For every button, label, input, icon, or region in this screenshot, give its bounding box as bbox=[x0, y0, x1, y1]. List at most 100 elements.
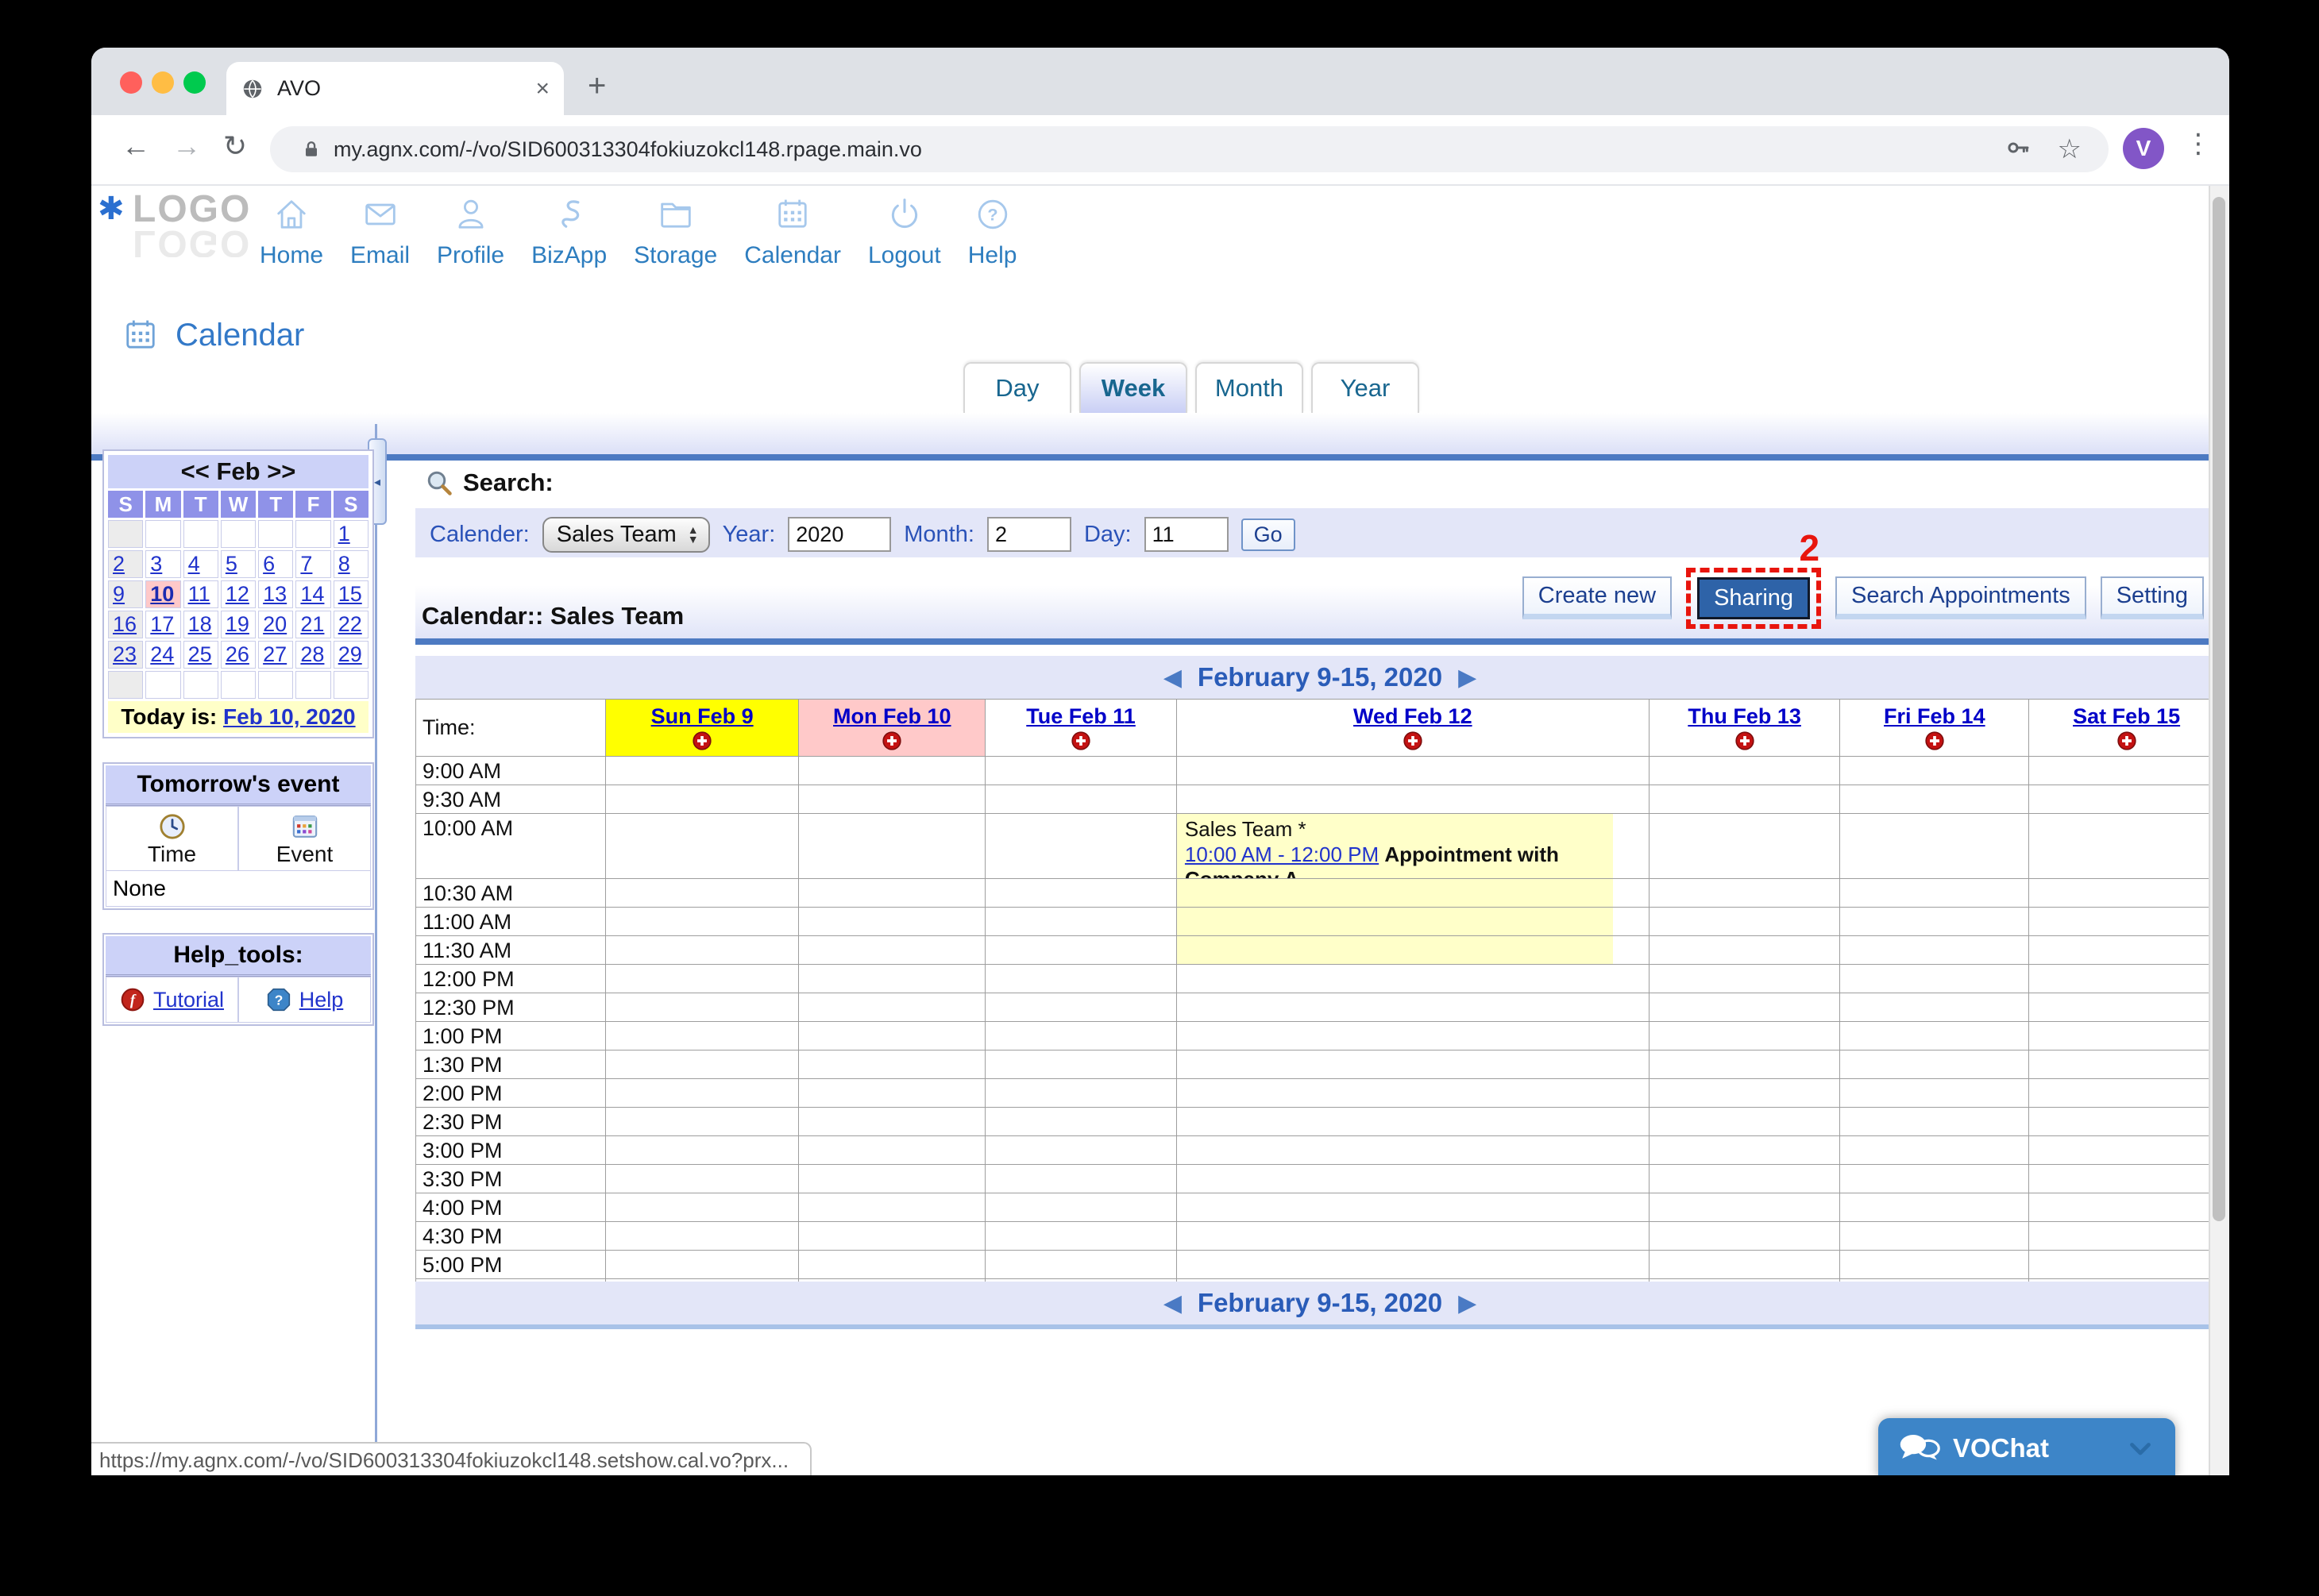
slot-cell[interactable] bbox=[1648, 756, 1841, 785]
minical-day-2[interactable]: 2 bbox=[113, 552, 125, 576]
slot-cell[interactable] bbox=[1648, 1164, 1841, 1193]
minical-day-4[interactable]: 4 bbox=[188, 552, 200, 576]
day-link[interactable]: Tue Feb 11 bbox=[1026, 704, 1136, 728]
slot-cell[interactable] bbox=[985, 1193, 1177, 1222]
minical-day-9[interactable]: 9 bbox=[113, 582, 125, 606]
slot-cell[interactable] bbox=[1648, 1021, 1841, 1051]
slot-cell[interactable] bbox=[2028, 756, 2224, 785]
minical-day-15[interactable]: 15 bbox=[338, 582, 362, 606]
slot-cell[interactable] bbox=[1839, 1021, 2030, 1051]
scrollbar-thumb[interactable] bbox=[2213, 197, 2225, 1221]
help-link[interactable]: Help bbox=[299, 988, 344, 1012]
slot-cell[interactable] bbox=[2028, 1107, 2224, 1136]
slot-cell[interactable] bbox=[798, 1250, 986, 1279]
slot-cell[interactable] bbox=[2028, 907, 2224, 936]
slot-cell[interactable] bbox=[1839, 1050, 2030, 1079]
slot-cell[interactable] bbox=[1175, 907, 1650, 936]
day-link[interactable]: Sun Feb 9 bbox=[651, 704, 754, 728]
slot-cell[interactable] bbox=[604, 878, 800, 908]
slot-cell[interactable] bbox=[798, 1135, 986, 1165]
minimize-window-button[interactable] bbox=[152, 71, 174, 94]
tab-day[interactable]: Day bbox=[963, 362, 1071, 413]
month-input[interactable] bbox=[986, 517, 1071, 552]
slot-cell[interactable] bbox=[1648, 935, 1841, 965]
calendar-select[interactable]: Sales Team ▲ ▼ bbox=[542, 516, 710, 553]
tab-year[interactable]: Year bbox=[1311, 362, 1419, 413]
zoom-window-button[interactable] bbox=[183, 71, 206, 94]
slot-cell[interactable] bbox=[1648, 1221, 1841, 1251]
nav-item-home[interactable]: Home bbox=[260, 194, 323, 269]
slot-cell[interactable] bbox=[798, 878, 986, 908]
slot-cell[interactable] bbox=[1648, 993, 1841, 1022]
create-new-button[interactable]: Create new bbox=[1522, 576, 1673, 619]
slot-cell[interactable] bbox=[2028, 1135, 2224, 1165]
slot-cell[interactable] bbox=[1839, 813, 2030, 879]
slot-cell[interactable] bbox=[2028, 878, 2224, 908]
slot-cell[interactable] bbox=[985, 1078, 1177, 1108]
address-bar[interactable]: my.agnx.com/-/vo/SID600313304fokiuzokcl1… bbox=[270, 126, 2109, 172]
nav-item-help[interactable]: ? Help bbox=[968, 194, 1017, 269]
slot-cell[interactable] bbox=[604, 1078, 800, 1108]
prev-week-icon-bottom[interactable]: ◀ bbox=[1163, 1290, 1182, 1317]
slot-cell[interactable] bbox=[2028, 1221, 2224, 1251]
minical-day-13[interactable]: 13 bbox=[263, 582, 287, 606]
key-icon[interactable] bbox=[2005, 135, 2031, 164]
slot-cell[interactable] bbox=[985, 785, 1177, 814]
slot-cell[interactable] bbox=[1839, 935, 2030, 965]
slot-cell[interactable] bbox=[604, 785, 800, 814]
slot-cell[interactable] bbox=[604, 1221, 800, 1251]
slot-cell[interactable] bbox=[1175, 993, 1650, 1022]
slot-cell[interactable] bbox=[798, 1107, 986, 1136]
slot-cell[interactable] bbox=[1648, 1050, 1841, 1079]
minical-next-button[interactable]: >> bbox=[267, 457, 295, 485]
tutorial-link[interactable]: Tutorial bbox=[153, 988, 224, 1012]
browser-tab[interactable]: AVO × bbox=[226, 62, 564, 115]
slot-cell[interactable] bbox=[985, 756, 1177, 785]
slot-cell[interactable] bbox=[798, 1164, 986, 1193]
slot-cell[interactable] bbox=[985, 907, 1177, 936]
minical-prev-button[interactable]: << bbox=[181, 457, 210, 485]
minical-day-28[interactable]: 28 bbox=[300, 642, 324, 666]
add-appointment-icon[interactable] bbox=[800, 731, 984, 755]
slot-cell[interactable] bbox=[985, 813, 1177, 879]
slot-cell[interactable] bbox=[798, 756, 986, 785]
add-appointment-icon[interactable] bbox=[1178, 731, 1648, 755]
slot-cell[interactable] bbox=[798, 813, 986, 879]
nav-item-email[interactable]: Email bbox=[350, 194, 410, 269]
minical-day-1[interactable]: 1 bbox=[338, 522, 350, 545]
add-appointment-icon[interactable] bbox=[986, 731, 1175, 755]
slot-cell[interactable] bbox=[604, 1050, 800, 1079]
slot-cell[interactable] bbox=[1175, 1135, 1650, 1165]
slot-cell[interactable] bbox=[1839, 756, 2030, 785]
year-input[interactable] bbox=[788, 517, 892, 552]
day-link[interactable]: Wed Feb 12 bbox=[1353, 704, 1472, 728]
slot-cell[interactable] bbox=[985, 964, 1177, 993]
slot-cell[interactable] bbox=[1839, 1193, 2030, 1222]
slot-cell[interactable] bbox=[604, 1135, 800, 1165]
slot-cell[interactable] bbox=[1839, 1078, 2030, 1108]
slot-cell[interactable] bbox=[2028, 1193, 2224, 1222]
day-link[interactable]: Thu Feb 13 bbox=[1688, 704, 1801, 728]
slot-cell[interactable] bbox=[1648, 1193, 1841, 1222]
slot-cell[interactable] bbox=[1175, 1021, 1650, 1051]
slot-cell[interactable] bbox=[798, 785, 986, 814]
add-appointment-icon[interactable] bbox=[1650, 731, 1839, 755]
slot-cell[interactable] bbox=[985, 1050, 1177, 1079]
slot-cell[interactable] bbox=[798, 935, 986, 965]
tab-month[interactable]: Month bbox=[1195, 362, 1303, 413]
go-button[interactable]: Go bbox=[1241, 518, 1295, 551]
slot-cell[interactable] bbox=[604, 813, 800, 879]
slot-cell[interactable] bbox=[1839, 1164, 2030, 1193]
slot-cell[interactable] bbox=[985, 1164, 1177, 1193]
new-tab-button[interactable]: + bbox=[588, 70, 606, 102]
prev-week-icon[interactable]: ◀ bbox=[1163, 664, 1182, 692]
event-block[interactable]: Sales Team * 10:00 AM - 12:00 PM Appointm… bbox=[1176, 814, 1613, 878]
slot-cell[interactable] bbox=[985, 1107, 1177, 1136]
slot-cell[interactable] bbox=[1175, 935, 1650, 965]
slot-cell[interactable] bbox=[1648, 878, 1841, 908]
minical-day-17[interactable]: 17 bbox=[150, 612, 174, 636]
day-link[interactable]: Sat Feb 15 bbox=[2073, 704, 2180, 728]
nav-item-calendar[interactable]: Calendar bbox=[744, 194, 841, 269]
profile-avatar[interactable]: V bbox=[2123, 128, 2164, 169]
nav-item-bizapp[interactable]: BizApp bbox=[531, 194, 607, 269]
